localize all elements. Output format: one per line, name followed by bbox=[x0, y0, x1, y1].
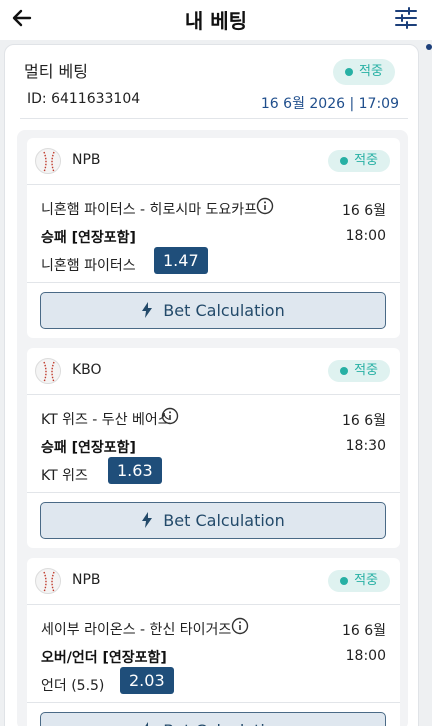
bet-calculation-button[interactable]: Bet Calculation bbox=[40, 712, 386, 726]
divider bbox=[27, 394, 400, 395]
bet-status-label: 적중 bbox=[359, 64, 383, 79]
bet-leg: KBO 적중 KT 위즈 - 두산 베어스 16 6월 승패 [연장포함] 18… bbox=[27, 348, 400, 548]
baseball-icon bbox=[35, 568, 61, 594]
leg-status-badge: 적중 bbox=[328, 360, 390, 382]
info-icon[interactable] bbox=[161, 407, 179, 425]
lightning-icon bbox=[142, 512, 153, 528]
match-name: KT 위즈 - 두산 베어스 bbox=[41, 412, 171, 428]
bet-datetime: 16 6월 2026 | 17:09 bbox=[260, 96, 399, 112]
bet-id: ID: 6411633104 bbox=[27, 91, 141, 107]
match-date: 16 6월 bbox=[341, 203, 386, 219]
sliders-icon[interactable] bbox=[394, 6, 418, 30]
lightning-icon bbox=[142, 302, 153, 318]
bet-calculation-label: Bet Calculation bbox=[163, 301, 285, 320]
match-time: 18:30 bbox=[345, 438, 386, 454]
info-icon[interactable] bbox=[231, 617, 249, 635]
match-date: 16 6월 bbox=[341, 623, 386, 639]
status-dot-icon bbox=[340, 577, 349, 585]
match-name: 세이부 라이온스 - 한신 타이거즈 bbox=[41, 622, 232, 638]
status-dot-icon bbox=[340, 367, 349, 375]
market-name: 승패 [연장포함] bbox=[41, 230, 136, 246]
odds-badge: 1.63 bbox=[108, 457, 162, 484]
divider bbox=[27, 282, 400, 283]
selection-name: 언더 (5.5) bbox=[41, 678, 105, 694]
baseball-icon bbox=[35, 148, 61, 174]
status-dot-icon bbox=[340, 157, 349, 165]
leg-status-label: 적중 bbox=[354, 573, 378, 588]
baseball-icon bbox=[35, 358, 61, 384]
bet-calculation-label: Bet Calculation bbox=[163, 511, 285, 530]
bet-calculation-label: Bet Calculation bbox=[163, 721, 284, 726]
divider bbox=[20, 118, 408, 119]
league-name: NPB bbox=[72, 152, 101, 168]
match-name: 니혼햄 파이터스 - 히로시마 도요카프 bbox=[41, 202, 258, 218]
leg-status-badge: 적중 bbox=[328, 570, 390, 592]
market-name: 오버/언더 [연장포함] bbox=[41, 650, 167, 666]
bet-leg: NPB 적중 세이부 라이온스 - 한신 타이거즈 16 6월 오버/언더 [연… bbox=[27, 558, 400, 726]
match-time: 18:00 bbox=[345, 228, 386, 244]
bet-status-badge: 적중 bbox=[333, 59, 395, 85]
match-time: 18:00 bbox=[345, 648, 386, 664]
bet-calculation-button[interactable]: Bet Calculation bbox=[40, 502, 386, 539]
market-name: 승패 [연장포함] bbox=[41, 440, 136, 456]
odds-badge: 1.47 bbox=[154, 247, 208, 274]
leg-status-label: 적중 bbox=[354, 363, 378, 378]
app-header: 내 베팅 bbox=[0, 0, 432, 40]
status-dot-icon bbox=[345, 68, 353, 76]
divider bbox=[27, 604, 400, 605]
divider bbox=[27, 184, 400, 185]
info-icon[interactable] bbox=[256, 197, 274, 215]
divider bbox=[27, 702, 400, 703]
selection-name: 니혼햄 파이터스 bbox=[41, 258, 136, 274]
lightning-icon bbox=[145, 722, 149, 726]
league-name: NPB bbox=[72, 572, 101, 588]
selection-name: KT 위즈 bbox=[41, 468, 88, 484]
leg-status-label: 적중 bbox=[354, 153, 378, 168]
page-title: 내 베팅 bbox=[184, 9, 248, 33]
bet-type: 멀티 베팅 bbox=[24, 62, 88, 81]
scroll-indicator bbox=[426, 44, 432, 50]
bet-calculation-button[interactable]: Bet Calculation bbox=[40, 292, 386, 329]
league-name: KBO bbox=[72, 362, 102, 378]
leg-status-badge: 적중 bbox=[328, 150, 390, 172]
bet-leg: NPB 적중 니혼햄 파이터스 - 히로시마 도요카프 16 6월 승패 [연장… bbox=[27, 138, 400, 338]
match-date: 16 6월 bbox=[341, 413, 386, 429]
divider bbox=[27, 492, 400, 493]
odds-badge: 2.03 bbox=[120, 667, 174, 694]
